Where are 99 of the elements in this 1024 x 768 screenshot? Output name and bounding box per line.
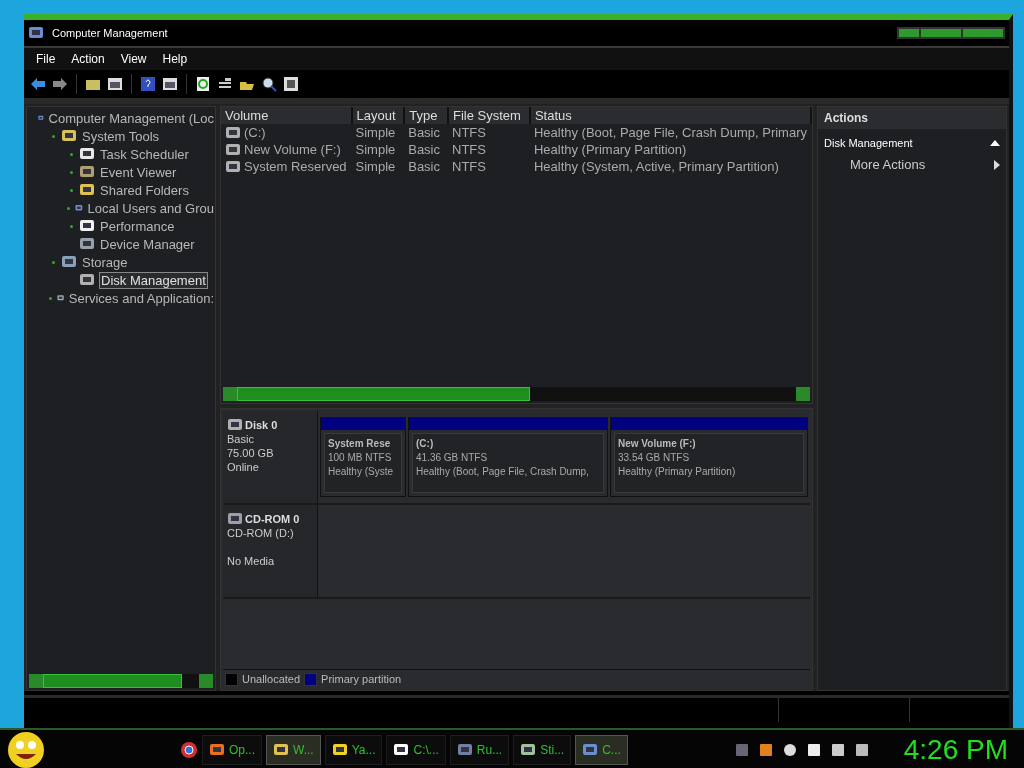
refresh-icon[interactable]	[195, 76, 211, 92]
clock: 4:26 PM	[903, 734, 1008, 766]
partition-block[interactable]: (C:) 41.36 GB NTFS Healthy (Boot, Page File, Crash Dump,	[412, 433, 604, 493]
menu-item[interactable]: Action	[63, 52, 113, 66]
expand-dot[interactable]	[69, 188, 73, 192]
table-cell: Healthy (Primary Partition)	[533, 142, 687, 157]
expand-dot[interactable]	[69, 170, 73, 174]
horizontal-scrollbar[interactable]	[29, 674, 213, 688]
taskbar-button[interactable]: Ya...	[324, 735, 383, 765]
tree-item[interactable]: Computer Management (Loc	[47, 110, 215, 126]
app-icon	[582, 742, 599, 758]
tree-item[interactable]: Event Viewer	[99, 164, 178, 180]
taskbar-button[interactable]: Sti...	[513, 735, 572, 765]
table-cell: Simple	[355, 142, 396, 157]
column-header[interactable]: Layout	[351, 107, 405, 124]
app-icon	[273, 742, 289, 758]
tree-icon	[79, 236, 95, 252]
tree-item[interactable]: System Tools	[81, 128, 161, 144]
drive-icon	[225, 141, 241, 158]
disk-detail: Online	[227, 461, 259, 473]
table-cell: NTFS	[452, 142, 486, 157]
drive-icon	[225, 124, 241, 141]
app-icon	[393, 742, 410, 758]
app-icon	[28, 25, 44, 41]
tree-icon	[61, 128, 77, 144]
expand-dot[interactable]	[51, 134, 55, 138]
menu-item[interactable]: View	[112, 52, 155, 66]
partition-block[interactable]: System Rese 100 MB NTFS Healthy (Syste	[324, 433, 402, 493]
expand-dot[interactable]	[67, 206, 71, 210]
tree-item[interactable]: Storage	[81, 254, 129, 270]
pane-icon[interactable]	[107, 76, 123, 92]
app-icon	[209, 742, 225, 758]
help-icon[interactable]	[140, 76, 156, 92]
table-cell: New Volume (F:)	[244, 142, 341, 157]
back-icon[interactable]	[30, 76, 46, 92]
disk-detail: Basic	[227, 433, 254, 445]
collapse-icon[interactable]	[990, 139, 1000, 147]
column-header[interactable]: Type	[404, 107, 448, 124]
app-icon	[331, 742, 348, 758]
table-cell: Basic	[408, 125, 440, 140]
taskbar-button[interactable]: W...	[266, 735, 321, 765]
forward-icon[interactable]	[52, 76, 68, 92]
column-header[interactable]: Status	[529, 107, 811, 124]
table-cell: Simple	[355, 159, 396, 174]
tree-item[interactable]: Disk Management	[99, 271, 208, 289]
taskbar-button[interactable]: C...	[575, 735, 628, 765]
table-cell: Basic	[408, 142, 440, 157]
column-header[interactable]: Volume	[221, 107, 352, 124]
horizontal-scrollbar[interactable]	[223, 387, 810, 401]
taskbar-button[interactable]: Op...	[202, 735, 262, 765]
tree-item[interactable]: Task Scheduler	[99, 146, 190, 162]
tree-icon	[79, 164, 95, 180]
action-item[interactable]: More Actions	[850, 157, 926, 172]
disk-detail: 75.00 GB	[227, 447, 274, 459]
expand-dot[interactable]	[49, 296, 53, 300]
disk-detail: No Media	[227, 555, 275, 567]
table-cell: Simple	[355, 125, 396, 140]
tree-icon	[79, 218, 95, 234]
tree-item[interactable]: Local Users and Grou	[86, 200, 215, 216]
disk-name: Disk 0	[245, 419, 278, 431]
actions-title: Actions	[824, 111, 868, 125]
table-cell: NTFS	[452, 125, 486, 140]
table-cell: Healthy (Boot, Page File, Crash Dump, Primary	[533, 125, 807, 140]
submenu-arrow-icon	[994, 159, 1000, 170]
taskbar-button[interactable]: Ru...	[449, 735, 510, 765]
smiley-start-button[interactable]	[6, 730, 46, 768]
tree-icon	[79, 182, 95, 198]
drive-icon	[225, 158, 241, 175]
legend-label: Unallocated	[242, 673, 301, 685]
action-section[interactable]: Disk Management	[824, 137, 913, 149]
table-cell: Healthy (System, Active, Primary Partition)	[533, 159, 779, 174]
app-icon	[456, 742, 473, 758]
menu-item[interactable]: File	[28, 52, 64, 66]
browser-icon[interactable]	[180, 741, 198, 759]
tree-icon	[79, 272, 95, 288]
cd-drive-icon	[227, 511, 243, 527]
expand-dot[interactable]	[69, 152, 73, 156]
table-cell: Basic	[408, 159, 440, 174]
table-cell: System Reserved	[244, 159, 347, 174]
menu-item[interactable]: Help	[154, 52, 196, 66]
app-icon	[520, 742, 537, 758]
legend-label: Primary partition	[321, 673, 402, 685]
tree-icon	[79, 146, 95, 162]
pane-icon[interactable]	[162, 76, 178, 92]
tree-icon	[61, 254, 77, 270]
table-cell: NTFS	[452, 159, 486, 174]
tree-item[interactable]: Shared Folders	[99, 182, 190, 198]
partition-block[interactable]: New Volume (F:) 33.54 GB NTFS Healthy (Primary Partition)	[614, 433, 804, 493]
tree-item[interactable]: Device Manager	[99, 236, 196, 252]
window-title: Computer Management	[52, 27, 168, 39]
expand-dot[interactable]	[69, 224, 73, 228]
table-cell: (C:)	[244, 125, 266, 140]
tree-item[interactable]: Performance	[99, 218, 176, 234]
column-header[interactable]: File System	[448, 107, 530, 124]
disk-name: CD-ROM 0	[245, 513, 300, 525]
taskbar-button[interactable]: C:\...	[386, 735, 446, 765]
tree-item[interactable]: Services and Application:	[67, 290, 215, 306]
disk-detail: CD-ROM (D:)	[227, 527, 294, 539]
expand-dot[interactable]	[51, 260, 55, 264]
